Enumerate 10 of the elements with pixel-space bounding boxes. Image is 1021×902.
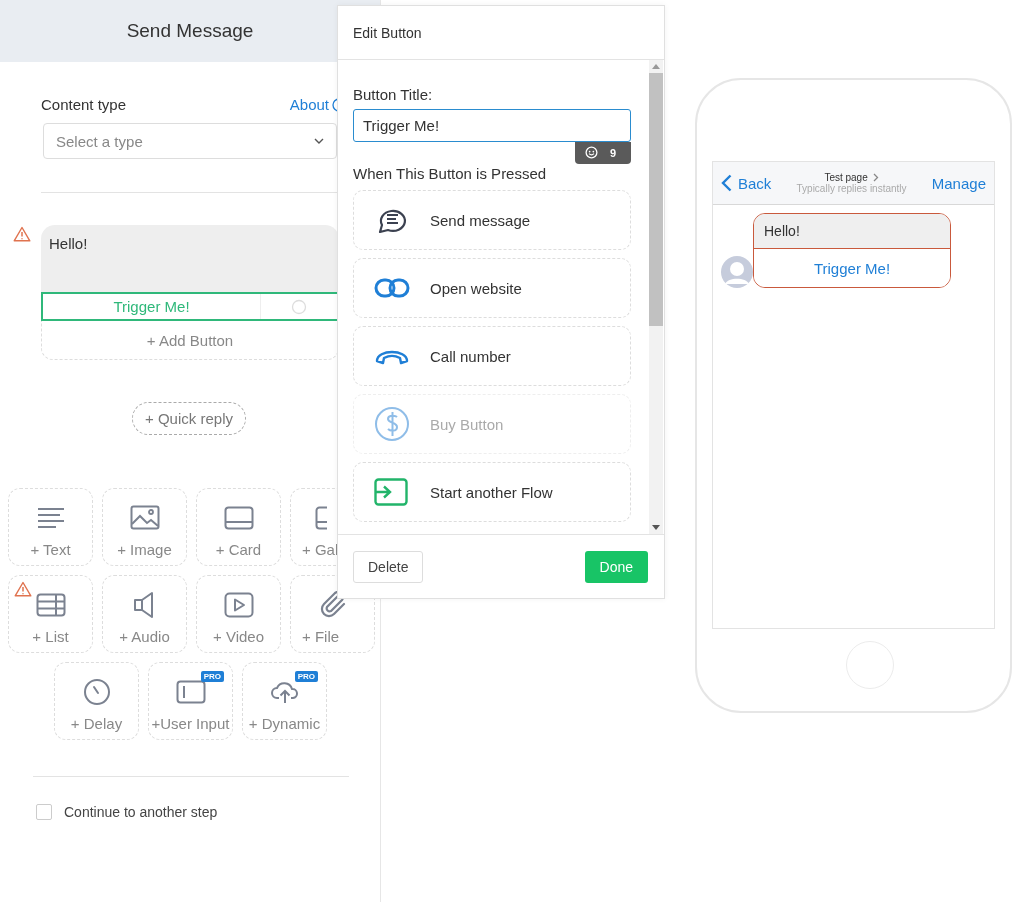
field-label: Button Title: <box>353 86 434 103</box>
continue-label: Continue to another step <box>64 804 218 820</box>
pro-badge: PRO <box>294 671 318 682</box>
panel-title: Send Message <box>126 20 254 42</box>
pro-badge: PRO <box>200 671 224 682</box>
bubble-text: Hello! <box>754 214 950 249</box>
reply-status: Typically replies instantly <box>795 183 908 194</box>
section-heading: When This Button is Pressed <box>353 165 548 182</box>
dialog-title: Edit Button <box>353 24 422 41</box>
content-type-label: Content type <box>41 96 127 113</box>
